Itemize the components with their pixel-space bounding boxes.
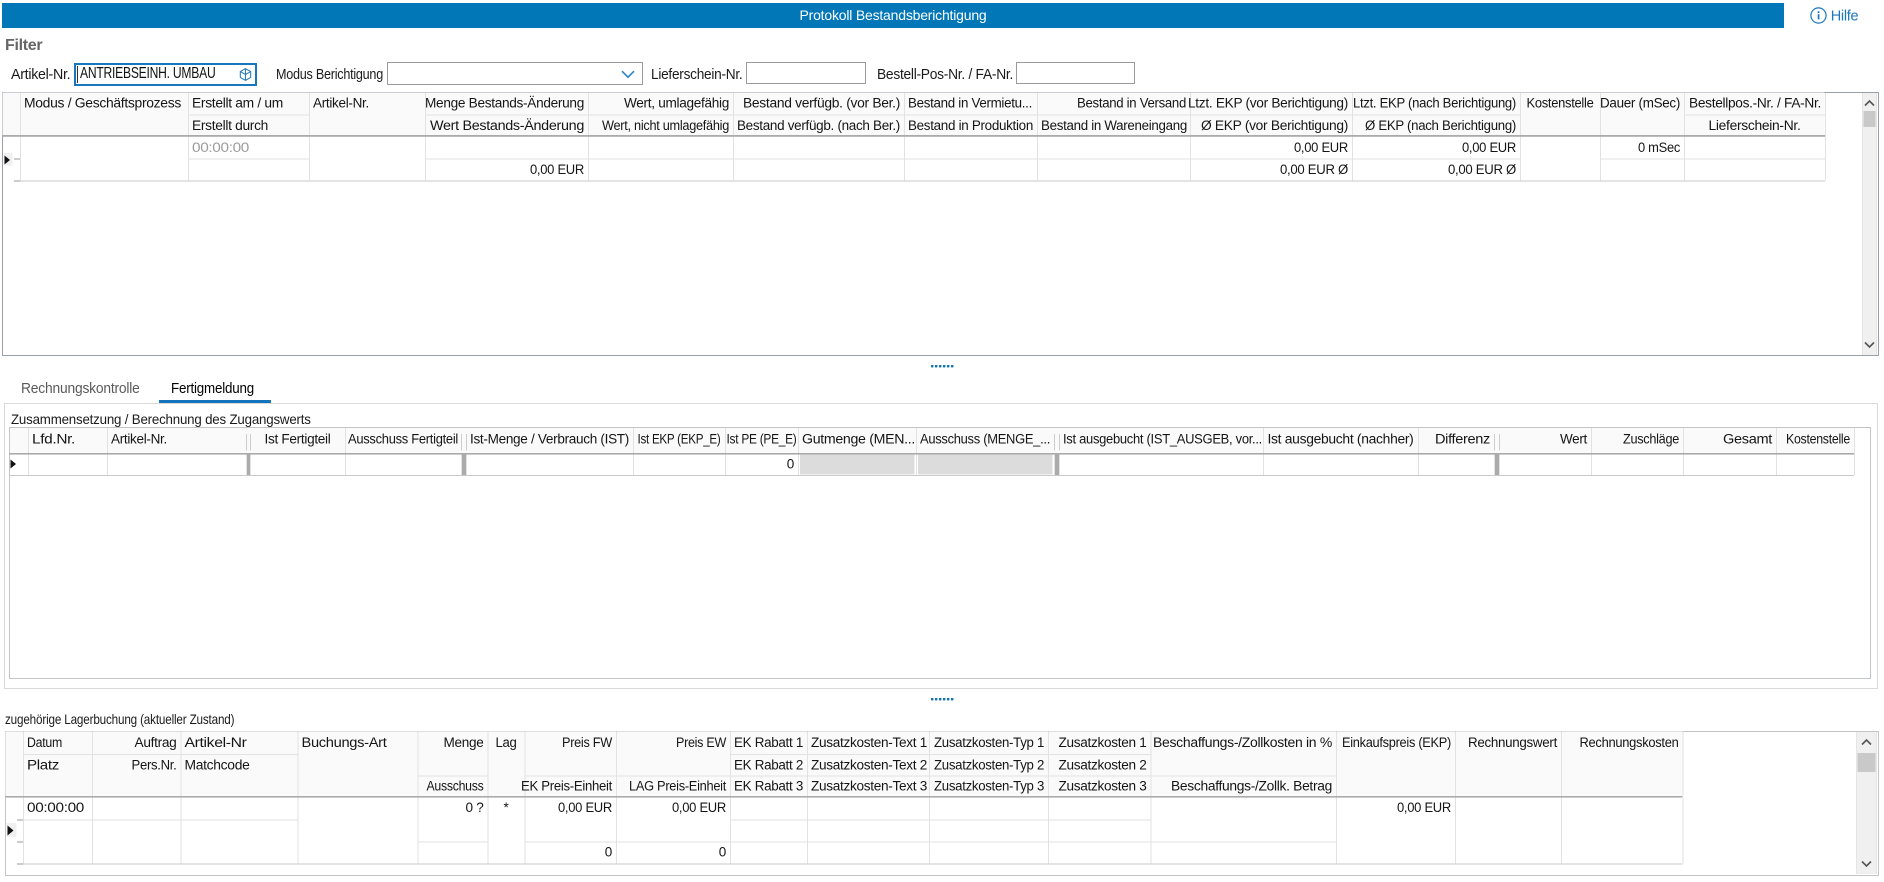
svg-text:Wert, umlagefähig: Wert, umlagefähig xyxy=(624,96,729,111)
svg-text:Preis EW: Preis EW xyxy=(676,735,727,750)
svg-text:Auftrag: Auftrag xyxy=(135,735,177,750)
svg-text:Zusatzkosten-Typ 2: Zusatzkosten-Typ 2 xyxy=(934,758,1044,773)
svg-text:Bestand verfügb. (vor Ber.): Bestand verfügb. (vor Ber.) xyxy=(743,96,900,111)
svg-text:LAG Preis-Einheit: LAG Preis-Einheit xyxy=(629,779,727,794)
svg-text:*: * xyxy=(504,800,510,815)
svg-text:Ausschuss (MENGE_...: Ausschuss (MENGE_... xyxy=(920,432,1050,447)
svg-text:00:00:00: 00:00:00 xyxy=(27,800,84,815)
svg-text:Ausschuss: Ausschuss xyxy=(427,779,484,794)
svg-text:Wert Bestands-Änderung: Wert Bestands-Änderung xyxy=(430,118,584,133)
svg-text:Artikel-Nr: Artikel-Nr xyxy=(185,735,248,750)
svg-text:0,00 EUR: 0,00 EUR xyxy=(1462,140,1517,155)
svg-text:Beschaffungs-/Zollkosten in %: Beschaffungs-/Zollkosten in % xyxy=(1153,735,1332,750)
svg-text:Artikel-Nr.: Artikel-Nr. xyxy=(313,96,369,111)
svg-text:Differenz: Differenz xyxy=(1435,432,1491,447)
svg-text:Bestand in Versand: Bestand in Versand xyxy=(1077,96,1186,111)
svg-text:Lfd.Nr.: Lfd.Nr. xyxy=(32,432,75,447)
svg-text:Ausschuss Fertigteil: Ausschuss Fertigteil xyxy=(348,432,458,447)
svg-text:Gesamt: Gesamt xyxy=(1723,432,1773,447)
svg-text:0: 0 xyxy=(787,457,794,472)
svg-text:Zusatzkosten-Text 1: Zusatzkosten-Text 1 xyxy=(811,735,927,750)
svg-text:Bestand in Vermietu...: Bestand in Vermietu... xyxy=(908,96,1032,111)
svg-text:Bestand in Wareneingang: Bestand in Wareneingang xyxy=(1041,118,1187,133)
svg-text:Kostenstelle: Kostenstelle xyxy=(1786,432,1850,447)
svg-text:Ist ausgebucht (IST_AUSGEB, vo: Ist ausgebucht (IST_AUSGEB, vor... xyxy=(1063,432,1262,447)
svg-text:0 ?: 0 ? xyxy=(466,800,484,815)
svg-text:0,00 EUR Ø: 0,00 EUR Ø xyxy=(1448,162,1517,177)
svg-text:Modus / Geschäftsprozess: Modus / Geschäftsprozess xyxy=(24,96,182,111)
svg-text:Preis FW: Preis FW xyxy=(562,735,613,750)
svg-text:Ist EKP (EKP_E): Ist EKP (EKP_E) xyxy=(638,432,721,447)
svg-text:EK Rabatt 2: EK Rabatt 2 xyxy=(734,758,803,773)
svg-text:Rechnungswert: Rechnungswert xyxy=(1468,735,1558,750)
svg-text:Bestand in Produktion: Bestand in Produktion xyxy=(908,118,1033,133)
svg-text:Ø EKP (vor Berichtigung): Ø EKP (vor Berichtigung) xyxy=(1201,118,1348,133)
svg-text:Pers.Nr.: Pers.Nr. xyxy=(132,758,177,773)
svg-text:Wert, nicht umlagefähig: Wert, nicht umlagefähig xyxy=(602,118,729,133)
svg-text:Kostenstelle: Kostenstelle xyxy=(1527,96,1594,111)
svg-text:Menge: Menge xyxy=(444,735,484,750)
svg-text:0,00 EUR: 0,00 EUR xyxy=(1294,140,1349,155)
svg-text:Einkaufspreis (EKP): Einkaufspreis (EKP) xyxy=(1342,735,1451,750)
svg-text:Platz: Platz xyxy=(27,758,60,773)
svg-text:Ist ausgebucht (nachher): Ist ausgebucht (nachher) xyxy=(1268,432,1414,447)
svg-text:EK Rabatt 1: EK Rabatt 1 xyxy=(734,735,803,750)
svg-text:Ist Fertigteil: Ist Fertigteil xyxy=(265,432,331,447)
svg-text:Zuschläge: Zuschläge xyxy=(1623,432,1679,447)
svg-text:00:00:00: 00:00:00 xyxy=(192,140,249,155)
svg-text:EK Rabatt 3: EK Rabatt 3 xyxy=(734,779,803,794)
svg-text:Datum: Datum xyxy=(27,735,62,750)
svg-text:Buchungs-Art: Buchungs-Art xyxy=(302,735,388,750)
svg-text:Ø EKP (nach Berichtigung): Ø EKP (nach Berichtigung) xyxy=(1365,118,1516,133)
svg-text:0,00 EUR Ø: 0,00 EUR Ø xyxy=(1280,162,1349,177)
svg-text:Ltzt. EKP (vor Berichtigung): Ltzt. EKP (vor Berichtigung) xyxy=(1188,96,1348,111)
svg-text:Lieferschein-Nr.: Lieferschein-Nr. xyxy=(1709,118,1801,133)
svg-text:Beschaffungs-/Zollk. Betrag: Beschaffungs-/Zollk. Betrag xyxy=(1171,779,1332,794)
svg-text:Ltzt. EKP (nach Berichtigung): Ltzt. EKP (nach Berichtigung) xyxy=(1353,96,1516,111)
svg-text:Bestand verfügb. (nach Ber.): Bestand verfügb. (nach Ber.) xyxy=(737,118,900,133)
svg-text:EK Preis-Einheit: EK Preis-Einheit xyxy=(521,779,613,794)
svg-text:Dauer (mSec): Dauer (mSec) xyxy=(1600,96,1680,111)
svg-text:Zusatzkosten 1: Zusatzkosten 1 xyxy=(1059,735,1147,750)
svg-text:Zusatzkosten-Text 3: Zusatzkosten-Text 3 xyxy=(811,779,927,794)
svg-text:Matchcode: Matchcode xyxy=(185,758,250,773)
svg-text:Lag: Lag xyxy=(496,735,517,750)
svg-text:Ist PE (PE_E): Ist PE (PE_E) xyxy=(727,432,797,447)
svg-text:0,00 EUR: 0,00 EUR xyxy=(672,800,727,815)
svg-text:0,00 EUR: 0,00 EUR xyxy=(530,162,585,177)
svg-text:Gutmenge (MEN...: Gutmenge (MEN... xyxy=(802,432,915,447)
svg-text:Zusatzkosten-Typ 1: Zusatzkosten-Typ 1 xyxy=(934,735,1044,750)
svg-text:0 mSec: 0 mSec xyxy=(1638,140,1681,155)
svg-text:Zusatzkosten 3: Zusatzkosten 3 xyxy=(1059,779,1147,794)
svg-text:Wert: Wert xyxy=(1560,432,1588,447)
svg-text:0: 0 xyxy=(605,845,612,860)
svg-text:Zusatzkosten 2: Zusatzkosten 2 xyxy=(1059,758,1147,773)
svg-text:Zusatzkosten-Text 2: Zusatzkosten-Text 2 xyxy=(811,758,927,773)
svg-text:0,00 EUR: 0,00 EUR xyxy=(558,800,613,815)
svg-text:Artikel-Nr.: Artikel-Nr. xyxy=(111,432,167,447)
svg-text:Menge Bestands-Änderung: Menge Bestands-Änderung xyxy=(425,96,584,111)
svg-text:Ist-Menge / Verbrauch (IST): Ist-Menge / Verbrauch (IST) xyxy=(470,432,629,447)
svg-text:Zusatzkosten-Typ 3: Zusatzkosten-Typ 3 xyxy=(934,779,1044,794)
svg-text:0,00 EUR: 0,00 EUR xyxy=(1397,800,1452,815)
svg-text:Erstellt am / um: Erstellt am / um xyxy=(192,96,283,111)
svg-text:Bestellpos.-Nr. / FA-Nr.: Bestellpos.-Nr. / FA-Nr. xyxy=(1689,96,1821,111)
svg-text:Erstellt durch: Erstellt durch xyxy=(192,118,268,133)
svg-text:0: 0 xyxy=(719,845,726,860)
svg-text:Rechnungskosten: Rechnungskosten xyxy=(1580,735,1679,750)
